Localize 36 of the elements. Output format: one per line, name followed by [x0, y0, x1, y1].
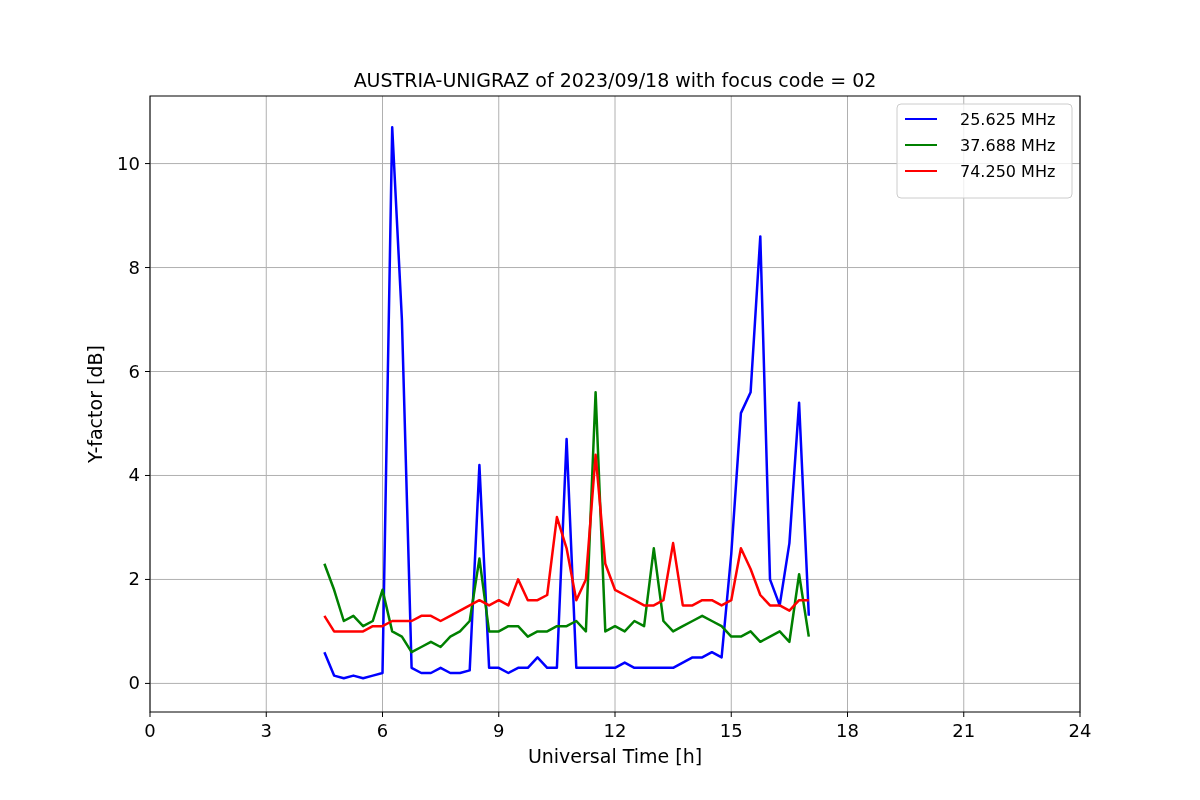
tick-label: 0	[128, 672, 140, 694]
y-axis-label: Y-factor [dB]	[84, 345, 106, 463]
chart-title: AUSTRIA-UNIGRAZ of 2023/09/18 with focus code = 02	[353, 69, 877, 91]
legend-label: 37.688 MHz	[960, 136, 1056, 155]
tick-mark	[144, 163, 151, 165]
tick-mark	[144, 682, 151, 684]
tick-label: 0	[144, 720, 156, 741]
tick-mark	[144, 371, 151, 372]
tick-label: 15	[719, 720, 743, 741]
tick-mark	[265, 711, 267, 718]
x-axis-label: Universal Time [h]	[527, 745, 703, 767]
tick-label: 21	[952, 720, 976, 741]
tick-mark	[144, 267, 151, 269]
tick-label: 12	[603, 720, 627, 741]
tick-label: 10	[117, 152, 140, 174]
tick-mark	[149, 711, 151, 718]
tick-label: 8	[128, 256, 140, 278]
tick-label: 24	[1068, 720, 1092, 741]
legend-label: 74.250 MHz	[960, 162, 1056, 181]
tick-label: 6	[376, 720, 389, 741]
tick-mark	[498, 711, 500, 718]
tick-label: 2	[128, 568, 140, 590]
tick-mark	[1079, 711, 1081, 718]
tick-mark	[614, 711, 616, 718]
tick-label: 18	[836, 720, 859, 741]
tick-mark	[144, 475, 151, 476]
tick-label: 3	[260, 720, 272, 741]
tick-label: 6	[128, 360, 140, 382]
tick-mark	[730, 711, 732, 718]
tick-mark	[382, 711, 383, 718]
legend-label: 25.625 MHz	[960, 110, 1056, 129]
tick-label: 4	[128, 464, 140, 486]
tick-label: 9	[493, 720, 505, 741]
tick-mark	[963, 711, 965, 718]
tick-mark	[847, 711, 848, 718]
tick-mark	[144, 578, 151, 580]
